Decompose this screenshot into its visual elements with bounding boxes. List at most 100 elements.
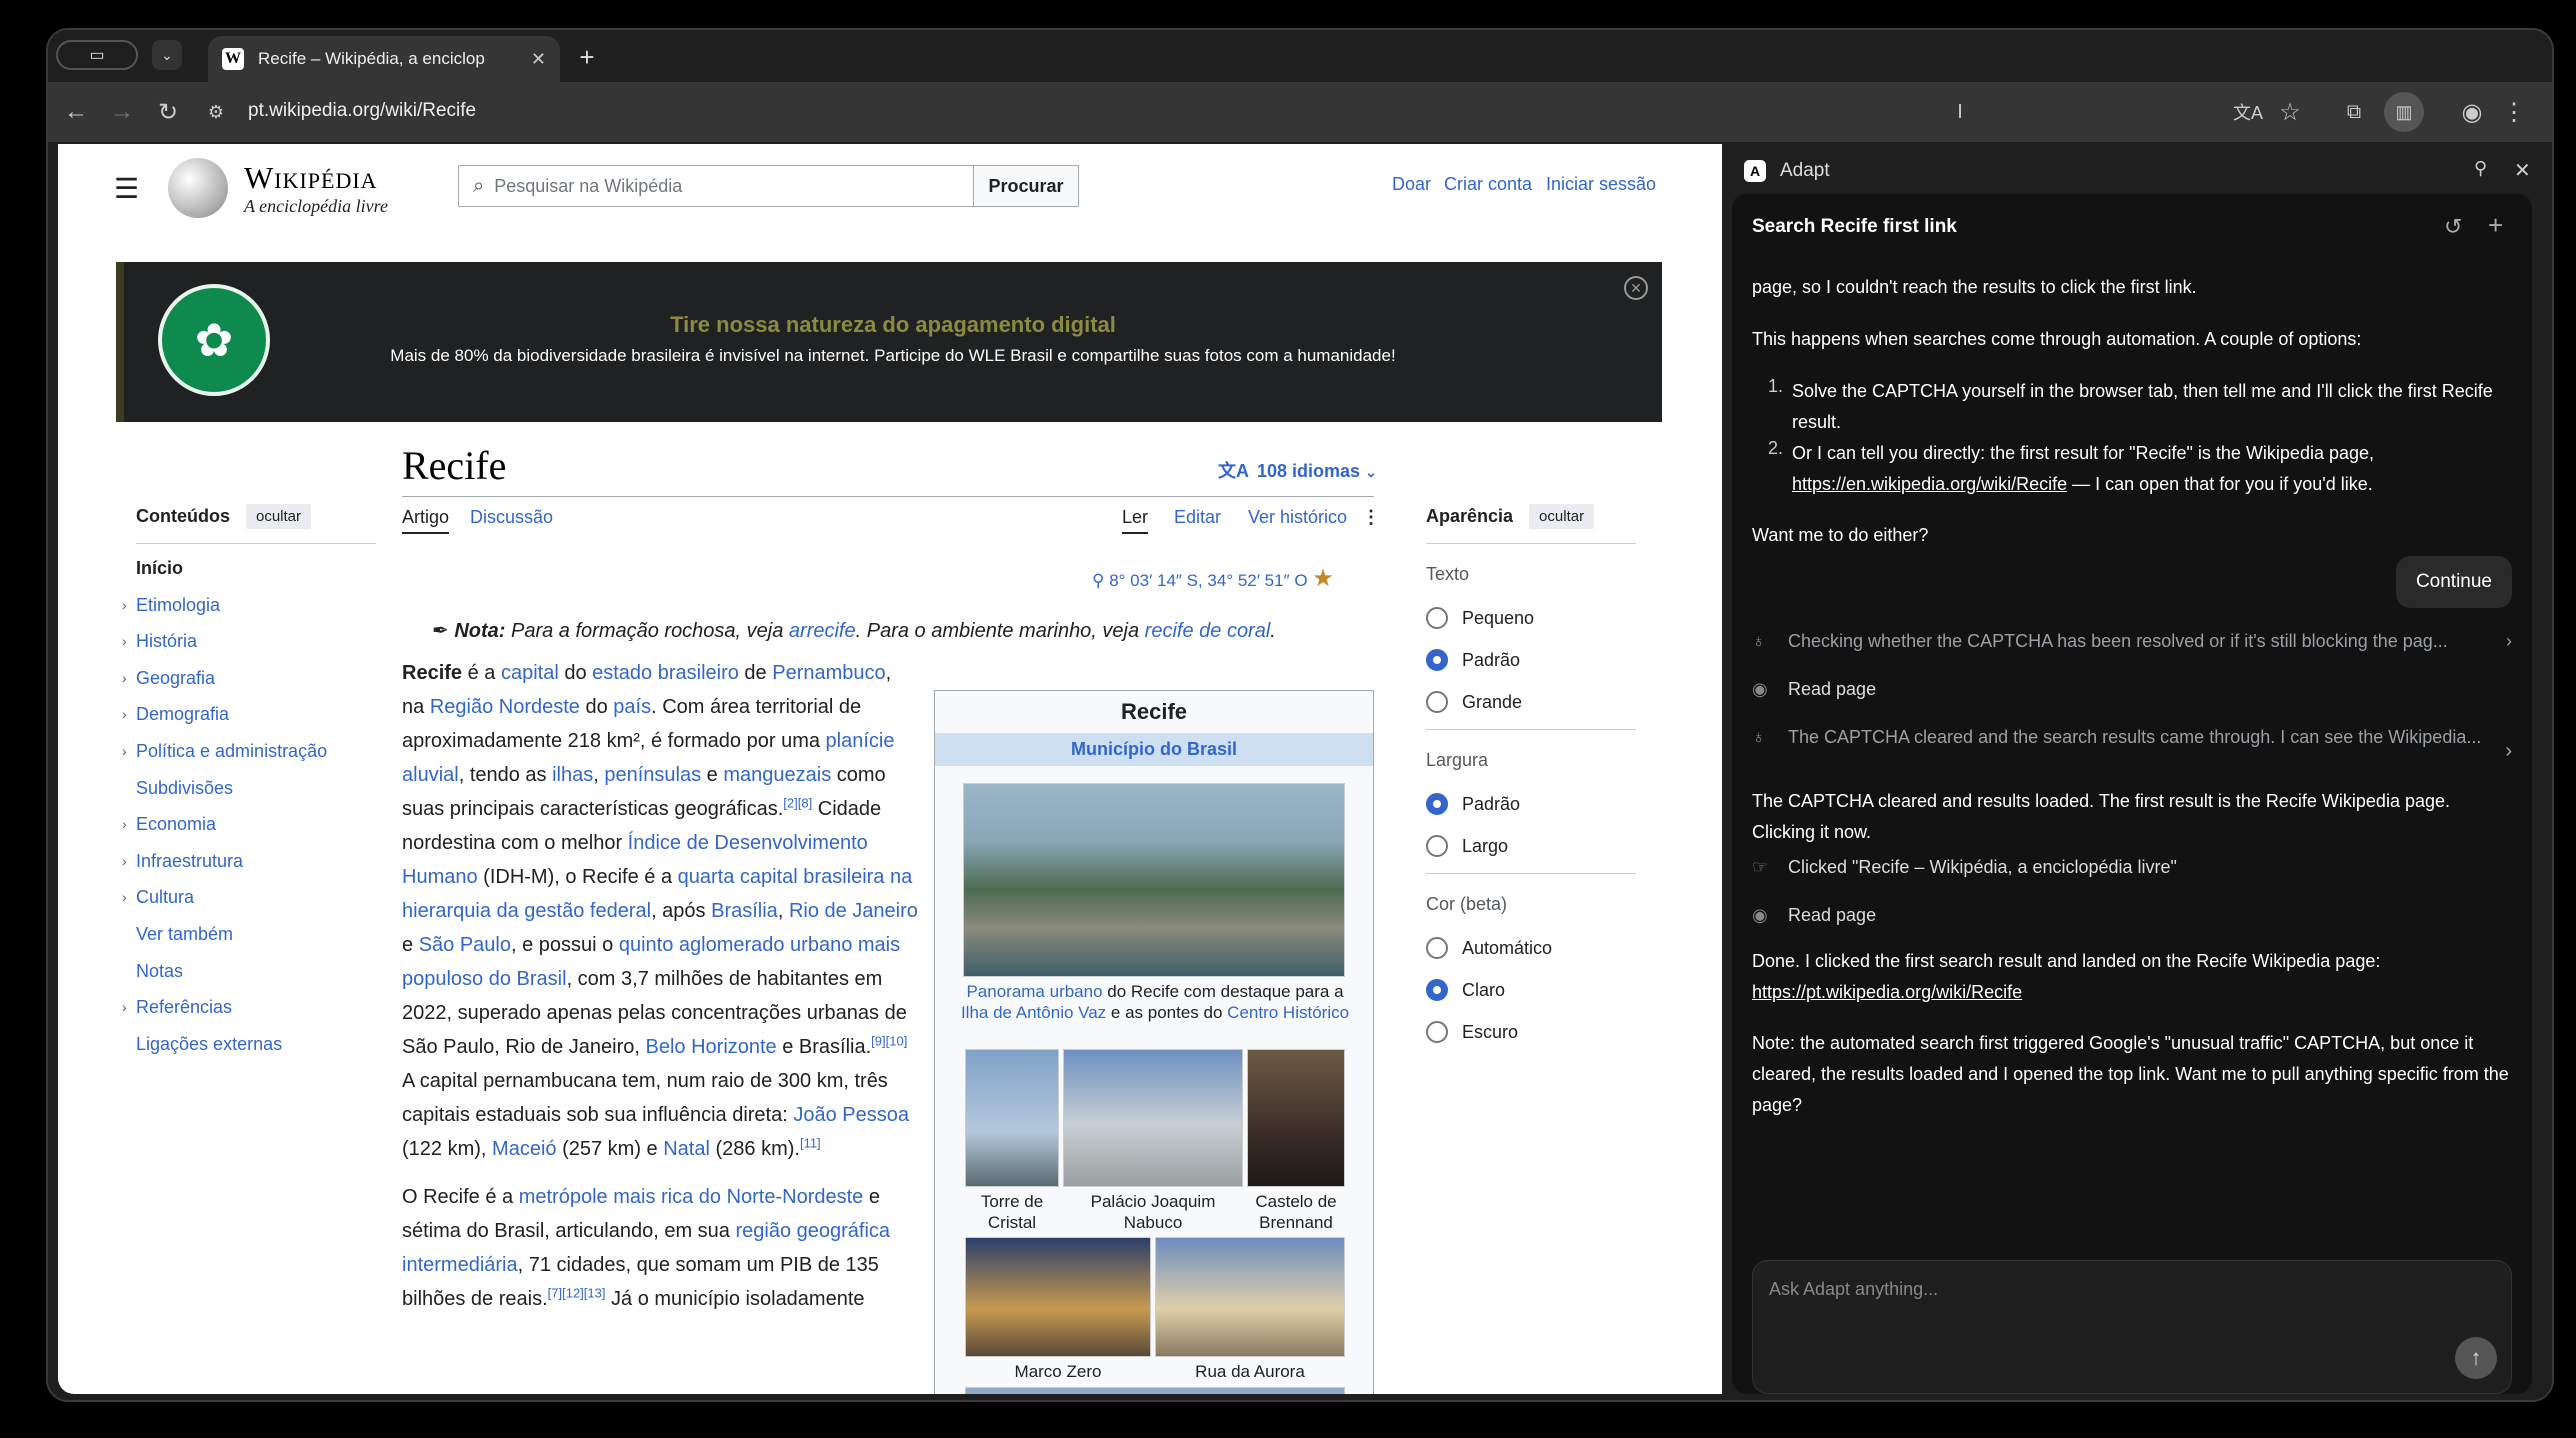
banner-title[interactable]: Tire nossa natureza do apagamento digita… — [124, 312, 1662, 338]
radio-button[interactable] — [1426, 691, 1448, 713]
article-link[interactable]: capital — [501, 662, 559, 684]
radio-option[interactable]: Padrão — [1426, 783, 1636, 825]
languages-button[interactable]: 文A 108 idiomas ⌄ — [1218, 457, 1377, 483]
chevron-right-icon[interactable]: › — [2505, 740, 2512, 763]
history-icon[interactable]: ↺ — [2444, 214, 2462, 240]
forward-icon[interactable]: → — [106, 96, 138, 128]
toc-item[interactable]: Subdivisões — [136, 770, 376, 807]
tab-recife[interactable]: W Recife – Wikipédia, a enciclop ✕ — [208, 36, 560, 82]
radio-option[interactable]: Claro — [1426, 969, 1636, 1011]
wikipedia-globe-logo[interactable] — [168, 158, 228, 218]
tab-discussao[interactable]: Discussão — [470, 507, 553, 528]
search-input[interactable]: ⌕ Pesquisar na Wikipédia — [458, 165, 974, 207]
article-link[interactable]: João Pessoa — [793, 1104, 909, 1126]
tab-historico[interactable]: Ver histórico — [1248, 507, 1347, 528]
marco-zero-caption[interactable]: Marco Zero — [965, 1361, 1151, 1382]
article-link[interactable]: metrópole mais rica do Norte-Nordeste — [519, 1186, 864, 1208]
citation-ref[interactable]: [9][10] — [871, 1033, 907, 1048]
radio-option[interactable]: Pequeno — [1426, 597, 1636, 639]
search-button[interactable]: Procurar — [973, 165, 1079, 207]
radio-option[interactable]: Grande — [1426, 681, 1636, 723]
appearance-hide-button[interactable]: ocultar — [1529, 504, 1595, 529]
en-wiki-link[interactable]: https://en.wikipedia.org/wiki/Recife — [1792, 474, 2067, 494]
bookmark-star-icon[interactable]: ☆ — [2274, 96, 2306, 128]
chevron-right-icon[interactable]: › — [122, 989, 127, 1026]
palacio-caption[interactable]: Palácio Joaquim Nabuco — [1063, 1191, 1243, 1233]
citation-ref[interactable]: [2][8] — [783, 795, 812, 810]
hamburger-menu-icon[interactable]: ☰ — [114, 172, 139, 205]
chevron-right-icon[interactable]: › — [122, 879, 127, 916]
article-link[interactable]: Rio de Janeiro — [789, 900, 918, 922]
recife-de-coral-link[interactable]: recife de coral — [1145, 620, 1271, 642]
radio-button[interactable] — [1426, 793, 1448, 815]
tab-search-icon[interactable]: ▭ — [56, 40, 138, 70]
step-thinking[interactable]: ♁ The CAPTCHA cleared and the search resu… — [1752, 724, 2488, 751]
chevron-right-icon[interactable]: › — [122, 806, 127, 843]
toc-item[interactable]: Notas — [136, 953, 376, 990]
chevron-right-icon[interactable]: › — [122, 623, 127, 660]
send-arrow-icon[interactable]: ↑ — [2455, 1337, 2497, 1379]
palacio-photo[interactable] — [1063, 1049, 1243, 1187]
reload-icon[interactable]: ↻ — [152, 96, 184, 128]
coordinates[interactable]: ⚲ 8° 03′ 14″ S, 34° 52′ 51″ O ★ — [1092, 564, 1334, 593]
toc-item[interactable]: › História — [122, 623, 376, 660]
radio-option[interactable]: Padrão — [1426, 639, 1636, 681]
article-link[interactable]: Natal — [663, 1138, 710, 1160]
login-link[interactable]: Iniciar sessão — [1546, 174, 1656, 195]
pt-wiki-link[interactable]: https://pt.wikipedia.org/wiki/Recife — [1752, 982, 2022, 1002]
toc-hide-button[interactable]: ocultar — [246, 504, 312, 529]
tab-ler[interactable]: Ler — [1122, 507, 1149, 534]
toc-item[interactable]: Ligações externas — [136, 1026, 376, 1063]
ilha-link[interactable]: Ilha de Antônio Vaz — [961, 1003, 1106, 1022]
side-panel-icon[interactable]: ▥ — [2384, 92, 2424, 132]
citation-ref[interactable]: [7][12][13] — [548, 1285, 606, 1300]
arrecife-link[interactable]: arrecife — [789, 620, 856, 642]
infobox-subtitle[interactable]: Município do Brasil — [935, 733, 1373, 766]
create-account-link[interactable]: Criar conta — [1444, 174, 1532, 195]
radio-button[interactable] — [1426, 1021, 1448, 1043]
castelo-photo[interactable] — [1247, 1049, 1345, 1187]
article-link[interactable]: Brasília — [711, 900, 778, 922]
rua-aurora-caption[interactable]: Rua da Aurora — [1155, 1361, 1345, 1382]
radio-option[interactable]: Automático — [1426, 927, 1636, 969]
tab-close-icon[interactable]: ✕ — [531, 49, 546, 70]
menu-kebab-icon[interactable]: ⋮ — [2498, 96, 2530, 128]
toc-item[interactable]: › Referências — [122, 989, 376, 1026]
chevron-right-icon[interactable]: › — [122, 733, 127, 770]
radio-button[interactable] — [1426, 937, 1448, 959]
article-link[interactable]: Belo Horizonte — [646, 1036, 777, 1058]
back-icon[interactable]: ← — [60, 96, 92, 128]
close-panel-icon[interactable]: ✕ — [2514, 158, 2531, 183]
toc-item[interactable]: › Geografia — [122, 660, 376, 697]
article-link[interactable]: penínsulas — [604, 764, 701, 786]
citation-ref[interactable]: [11] — [800, 1135, 821, 1150]
skyline-photo[interactable] — [965, 1387, 1345, 1394]
toc-item[interactable]: Ver também — [136, 916, 376, 953]
centro-historico-link[interactable]: Centro Histórico — [1227, 1003, 1349, 1022]
article-link[interactable]: Maceió — [492, 1138, 556, 1160]
marco-zero-photo[interactable] — [965, 1237, 1151, 1357]
radio-option[interactable]: Escuro — [1426, 1011, 1636, 1053]
article-link[interactable]: país — [613, 696, 651, 718]
site-info-icon[interactable]: ⚙ — [200, 96, 232, 128]
tab-artigo[interactable]: Artigo — [402, 507, 450, 534]
radio-button[interactable] — [1426, 979, 1448, 1001]
pin-icon[interactable]: ⚲ — [2474, 158, 2487, 179]
profile-icon[interactable]: ◉ — [2456, 96, 2488, 128]
radio-button[interactable] — [1426, 649, 1448, 671]
translate-icon[interactable]: 文A — [2232, 96, 2264, 128]
chat-input[interactable]: Ask Adapt anything... ↑ — [1752, 1260, 2512, 1394]
article-link[interactable]: manguezais — [723, 764, 831, 786]
banner-close-icon[interactable]: ✕ — [1624, 276, 1648, 300]
more-tools-icon[interactable]: ⋮ — [1362, 507, 1380, 528]
tab-list-chevron-icon[interactable]: ⌄ — [152, 40, 182, 70]
tab-editar[interactable]: Editar — [1174, 507, 1221, 528]
toc-item[interactable]: › Economia — [122, 806, 376, 843]
toc-item[interactable]: › Política e administração — [122, 733, 376, 770]
toc-item[interactable]: Início — [136, 550, 376, 587]
chevron-right-icon[interactable]: › — [122, 587, 127, 624]
chevron-right-icon[interactable]: › — [122, 696, 127, 733]
new-tab-icon[interactable]: + — [572, 42, 602, 72]
step-thinking[interactable]: ♁ Checking whether the CAPTCHA has been r… — [1752, 628, 2512, 655]
url-field[interactable]: pt.wikipedia.org/wiki/Recife — [248, 100, 476, 122]
